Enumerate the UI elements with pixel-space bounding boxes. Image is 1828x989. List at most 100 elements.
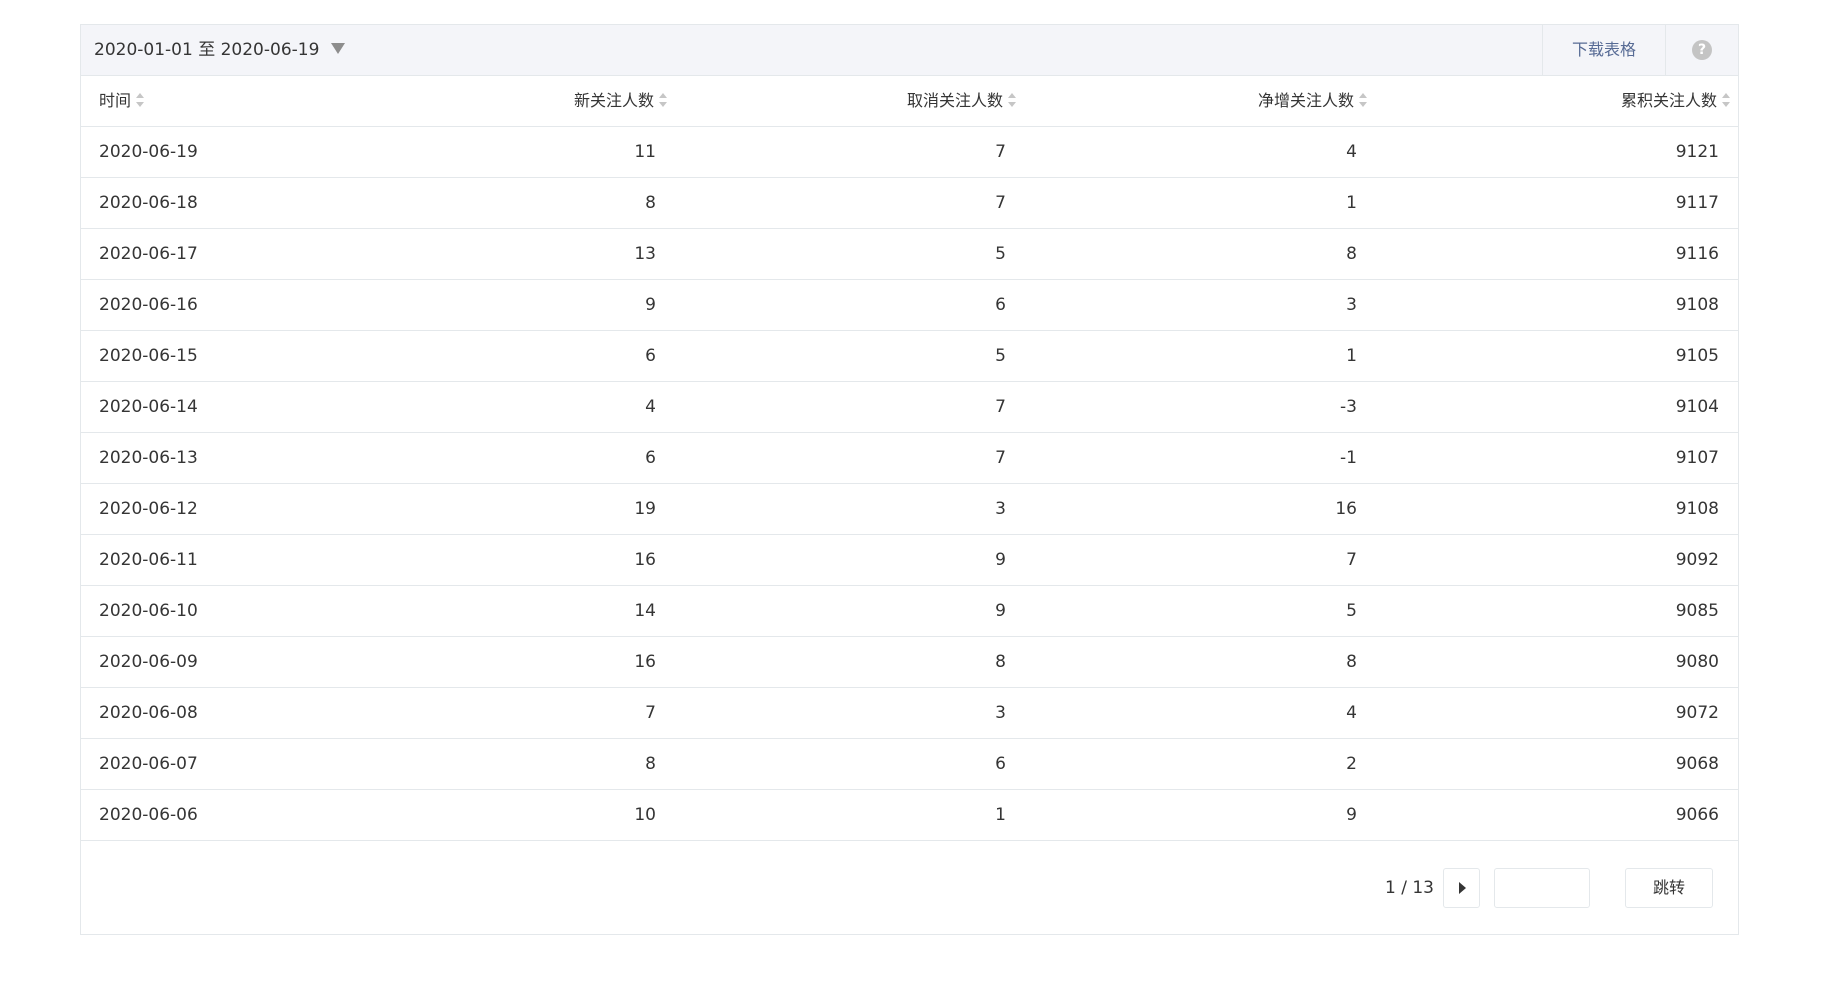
cell-unfollows: 3 (995, 703, 1006, 723)
cell-unfollows: 8 (995, 652, 1006, 672)
cell-new-followers: 9 (645, 295, 656, 315)
cell-cumulative: 9117 (1675, 193, 1719, 213)
cell-net-growth: 4 (1346, 703, 1357, 723)
table-toolbar: 2020-01-01 至 2020-06-19 下载表格 ? (81, 25, 1738, 76)
table-row: 2020-06-17 13 5 8 9116 (81, 229, 1738, 280)
cell-new-followers: 14 (634, 601, 656, 621)
cell-unfollows: 7 (995, 142, 1006, 162)
chevron-right-icon (1459, 882, 1466, 894)
cell-new-followers: 8 (645, 193, 656, 213)
cell-date: 2020-06-15 (99, 346, 198, 366)
cell-cumulative: 9085 (1675, 601, 1719, 621)
cell-date: 2020-06-19 (99, 142, 198, 162)
sort-icon (1722, 92, 1731, 107)
cell-net-growth: 4 (1346, 142, 1357, 162)
sort-icon (1008, 92, 1017, 107)
date-range-picker[interactable]: 2020-01-01 至 2020-06-19 (94, 25, 346, 75)
cell-cumulative: 9072 (1675, 703, 1719, 723)
table-row: 2020-06-14 4 7 -3 9104 (81, 382, 1738, 433)
table-row: 2020-06-06 10 1 9 9066 (81, 790, 1738, 841)
cell-net-growth: 16 (1335, 499, 1357, 519)
cell-cumulative: 9080 (1675, 652, 1719, 672)
cell-cumulative: 9066 (1675, 805, 1719, 825)
cell-date: 2020-06-06 (99, 805, 198, 825)
sort-icon (1359, 92, 1368, 107)
cell-new-followers: 8 (645, 754, 656, 774)
cell-net-growth: 5 (1346, 601, 1357, 621)
table-row: 2020-06-13 6 7 -1 9107 (81, 433, 1738, 484)
table-row: 2020-06-07 8 6 2 9068 (81, 739, 1738, 790)
cell-unfollows: 9 (995, 601, 1006, 621)
column-header-cumulative[interactable]: 累积关注人数 (1621, 76, 1731, 126)
cell-new-followers: 16 (634, 550, 656, 570)
cell-net-growth: 9 (1346, 805, 1357, 825)
column-header-label: 累积关注人数 (1620, 91, 1717, 110)
next-page-button[interactable] (1443, 868, 1480, 908)
jump-button[interactable]: 跳转 (1625, 868, 1713, 908)
column-header-net-growth[interactable]: 净增关注人数 (1258, 76, 1368, 126)
cell-unfollows: 6 (995, 295, 1006, 315)
cell-net-growth: 1 (1346, 346, 1357, 366)
cell-new-followers: 13 (634, 244, 656, 264)
cell-new-followers: 6 (645, 448, 656, 468)
cell-unfollows: 7 (995, 397, 1006, 417)
cell-cumulative: 9105 (1675, 346, 1719, 366)
cell-net-growth: -3 (1340, 397, 1357, 417)
table-row: 2020-06-18 8 7 1 9117 (81, 178, 1738, 229)
cell-new-followers: 10 (634, 805, 656, 825)
cell-cumulative: 9108 (1675, 295, 1719, 315)
cell-new-followers: 19 (634, 499, 656, 519)
cell-net-growth: 3 (1346, 295, 1357, 315)
download-table-button[interactable]: 下载表格 (1542, 25, 1666, 75)
cell-new-followers: 16 (634, 652, 656, 672)
column-header-new-followers[interactable]: 新关注人数 (574, 76, 668, 126)
table-row: 2020-06-09 16 8 8 9080 (81, 637, 1738, 688)
cell-date: 2020-06-08 (99, 703, 198, 723)
cell-date: 2020-06-12 (99, 499, 198, 519)
cell-date: 2020-06-13 (99, 448, 198, 468)
cell-new-followers: 6 (645, 346, 656, 366)
table-header-row: 时间 新关注人数 取消关注人数 净增关注人数 累积关注人数 (81, 76, 1738, 127)
cell-unfollows: 7 (995, 193, 1006, 213)
table-row: 2020-06-16 9 6 3 9108 (81, 280, 1738, 331)
table-row: 2020-06-11 16 9 7 9092 (81, 535, 1738, 586)
cell-cumulative: 9116 (1675, 244, 1719, 264)
cell-new-followers: 7 (645, 703, 656, 723)
table-row: 2020-06-12 19 3 16 9108 (81, 484, 1738, 535)
sort-icon (659, 92, 668, 107)
cell-cumulative: 9092 (1675, 550, 1719, 570)
cell-unfollows: 5 (995, 346, 1006, 366)
cell-new-followers: 11 (634, 142, 656, 162)
page-jump-input[interactable] (1494, 868, 1590, 908)
cell-net-growth: 7 (1346, 550, 1357, 570)
cell-cumulative: 9107 (1675, 448, 1719, 468)
cell-date: 2020-06-09 (99, 652, 198, 672)
cell-date: 2020-06-10 (99, 601, 198, 621)
cell-net-growth: 2 (1346, 754, 1357, 774)
stats-table-panel: 2020-01-01 至 2020-06-19 下载表格 ? 时间 新关注人数 … (80, 24, 1739, 935)
table-row: 2020-06-08 7 3 4 9072 (81, 688, 1738, 739)
cell-cumulative: 9121 (1675, 142, 1719, 162)
cell-date: 2020-06-16 (99, 295, 198, 315)
pagination: 1 / 13 跳转 (1385, 868, 1713, 908)
cell-date: 2020-06-11 (99, 550, 198, 570)
cell-new-followers: 4 (645, 397, 656, 417)
page-indicator: 1 / 13 (1385, 878, 1434, 898)
help-icon[interactable]: ? (1692, 40, 1712, 60)
cell-date: 2020-06-14 (99, 397, 198, 417)
cell-cumulative: 9104 (1675, 397, 1719, 417)
cell-net-growth: -1 (1340, 448, 1357, 468)
cell-date: 2020-06-07 (99, 754, 198, 774)
cell-net-growth: 8 (1346, 244, 1357, 264)
cell-net-growth: 8 (1346, 652, 1357, 672)
cell-unfollows: 3 (995, 499, 1006, 519)
column-header-time[interactable]: 时间 (99, 76, 145, 126)
caret-down-icon (331, 42, 346, 54)
column-header-label: 取消关注人数 (906, 91, 1003, 110)
table-body: 2020-06-19 11 7 4 9121 2020-06-18 8 7 1 … (81, 127, 1738, 841)
cell-cumulative: 9108 (1675, 499, 1719, 519)
table-row: 2020-06-15 6 5 1 9105 (81, 331, 1738, 382)
column-header-unfollows[interactable]: 取消关注人数 (907, 76, 1017, 126)
cell-unfollows: 1 (995, 805, 1006, 825)
cell-unfollows: 9 (995, 550, 1006, 570)
